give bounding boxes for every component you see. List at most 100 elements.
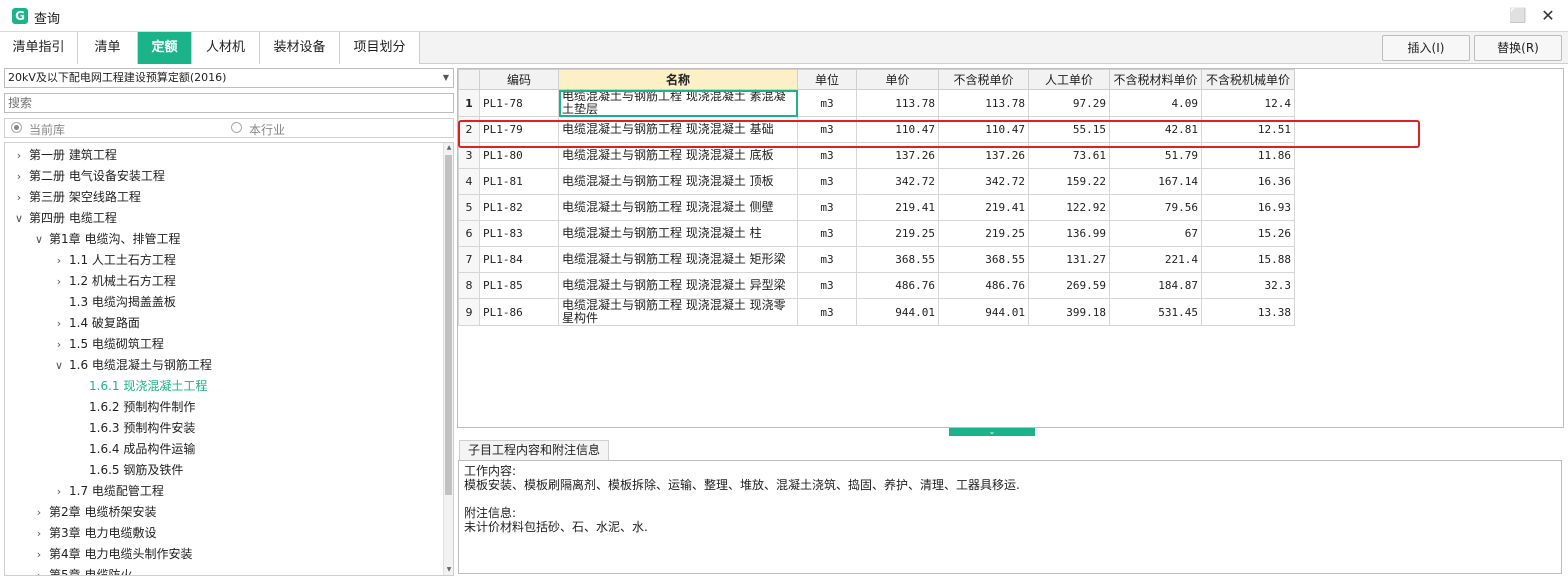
table-row[interactable]: 4 PL1-81 电缆混凝土与钢筋工程 现浇混凝土 顶板 m3 342.72 342.72…: [458, 168, 1295, 195]
chevron-right-icon[interactable]: ›: [13, 166, 25, 187]
chevron-right-icon[interactable]: ›: [53, 334, 65, 355]
cell-material-price[interactable]: 51.79: [1109, 142, 1202, 169]
tab-item-info[interactable]: 子目工程内容和附注信息: [459, 440, 610, 460]
cell-code[interactable]: PL1-83: [479, 220, 559, 247]
cell-price-ex-tax[interactable]: 944.01: [938, 298, 1029, 326]
table-row[interactable]: 3 PL1-80 电缆混凝土与钢筋工程 现浇混凝土 底板 m3 137.26 137.26…: [458, 142, 1295, 169]
cell-price-ex-tax[interactable]: 110.47: [938, 116, 1029, 143]
cell-code[interactable]: PL1-82: [479, 194, 559, 221]
cell-machine-price[interactable]: 12.51: [1201, 116, 1295, 143]
chevron-down-icon[interactable]: ∨: [13, 208, 25, 229]
header-unit[interactable]: 单位: [797, 69, 857, 90]
cell-material-price[interactable]: 42.81: [1109, 116, 1202, 143]
cell-name[interactable]: 电缆混凝土与钢筋工程 现浇混凝土 底板: [558, 142, 798, 169]
cell-machine-price[interactable]: 32.3: [1201, 272, 1295, 299]
cell-machine-price[interactable]: 15.26: [1201, 220, 1295, 247]
cell-machine-price[interactable]: 16.93: [1201, 194, 1295, 221]
row-number[interactable]: 5: [458, 194, 480, 221]
minimize-icon[interactable]: ⬜: [1508, 6, 1528, 26]
row-number[interactable]: 7: [458, 246, 480, 273]
cell-unit[interactable]: m3: [797, 89, 857, 117]
table-row[interactable]: 6 PL1-83 电缆混凝土与钢筋工程 现浇混凝土 柱 m3 219.25 219.25 1…: [458, 220, 1295, 247]
header-price[interactable]: 单价: [856, 69, 939, 90]
cell-price-ex-tax[interactable]: 368.55: [938, 246, 1029, 273]
cell-price-ex-tax[interactable]: 219.41: [938, 194, 1029, 221]
cell-unit[interactable]: m3: [797, 168, 857, 195]
cell-price[interactable]: 137.26: [856, 142, 939, 169]
cell-code[interactable]: PL1-85: [479, 272, 559, 299]
cell-code[interactable]: PL1-81: [479, 168, 559, 195]
cell-price[interactable]: 110.47: [856, 116, 939, 143]
cell-unit[interactable]: m3: [797, 298, 857, 326]
row-number[interactable]: 4: [458, 168, 480, 195]
cell-unit[interactable]: m3: [797, 194, 857, 221]
cell-material-price[interactable]: 67: [1109, 220, 1202, 247]
chevron-right-icon[interactable]: ›: [53, 313, 65, 334]
cell-machine-price[interactable]: 13.38: [1201, 298, 1295, 326]
cell-name[interactable]: 电缆混凝土与钢筋工程 现浇混凝土 素混凝土垫层: [558, 89, 798, 117]
chevron-right-icon[interactable]: ›: [53, 481, 65, 502]
chevron-down-icon[interactable]: ▼: [443, 69, 449, 87]
tab-bill-guide[interactable]: 清单指引: [0, 32, 78, 64]
scroll-up-icon[interactable]: ▲: [444, 143, 453, 153]
cell-material-price[interactable]: 79.56: [1109, 194, 1202, 221]
cell-material-price[interactable]: 221.4: [1109, 246, 1202, 273]
chevron-right-icon[interactable]: ›: [13, 145, 25, 166]
cell-price[interactable]: 486.76: [856, 272, 939, 299]
chevron-right-icon[interactable]: ›: [53, 271, 65, 292]
cell-code[interactable]: PL1-86: [479, 298, 559, 326]
cell-labor-price[interactable]: 97.29: [1028, 89, 1110, 117]
row-number[interactable]: 1: [458, 89, 480, 117]
row-number[interactable]: 9: [458, 298, 480, 326]
table-row[interactable]: 1 PL1-78 电缆混凝土与钢筋工程 现浇混凝土 素混凝土垫层 m3 113.78 11…: [458, 89, 1295, 117]
header-labor-price[interactable]: 人工单价: [1028, 69, 1110, 90]
chevron-down-icon[interactable]: ∨: [53, 355, 65, 376]
tab-bill[interactable]: 清单: [78, 32, 138, 64]
cell-machine-price[interactable]: 16.36: [1201, 168, 1295, 195]
cell-code[interactable]: PL1-79: [479, 116, 559, 143]
row-number[interactable]: 2: [458, 116, 480, 143]
scope-industry-radio[interactable]: [231, 122, 242, 133]
cell-name[interactable]: 电缆混凝土与钢筋工程 现浇混凝土 侧壁: [558, 194, 798, 221]
cell-material-price[interactable]: 531.45: [1109, 298, 1202, 326]
cell-labor-price[interactable]: 55.15: [1028, 116, 1110, 143]
scroll-down-icon[interactable]: ▼: [444, 565, 453, 575]
header-code[interactable]: 编码: [479, 69, 559, 90]
tab-project-division[interactable]: 项目划分: [340, 32, 420, 64]
header-material-price[interactable]: 不含税材料单价: [1109, 69, 1202, 90]
chevron-right-icon[interactable]: ›: [33, 565, 45, 575]
cell-machine-price[interactable]: 12.4: [1201, 89, 1295, 117]
chevron-right-icon[interactable]: ›: [33, 502, 45, 523]
scrollbar-thumb[interactable]: [445, 155, 452, 495]
header-name[interactable]: 名称: [558, 69, 798, 90]
tab-labor-material-machine[interactable]: 人材机: [192, 32, 260, 64]
chevron-right-icon[interactable]: ›: [53, 250, 65, 271]
cell-price-ex-tax[interactable]: 113.78: [938, 89, 1029, 117]
cell-name[interactable]: 电缆混凝土与钢筋工程 现浇混凝土 矩形梁: [558, 246, 798, 273]
cell-labor-price[interactable]: 159.22: [1028, 168, 1110, 195]
cell-labor-price[interactable]: 131.27: [1028, 246, 1110, 273]
table-row[interactable]: 8 PL1-85 电缆混凝土与钢筋工程 现浇混凝土 异型梁 m3 486.76 486.7…: [458, 272, 1295, 299]
cell-material-price[interactable]: 184.87: [1109, 272, 1202, 299]
cell-price-ex-tax[interactable]: 137.26: [938, 142, 1029, 169]
row-number[interactable]: 3: [458, 142, 480, 169]
cell-code[interactable]: PL1-84: [479, 246, 559, 273]
cell-price[interactable]: 944.01: [856, 298, 939, 326]
chevron-right-icon[interactable]: ›: [13, 187, 25, 208]
chevron-down-icon[interactable]: ⌄: [989, 427, 996, 436]
cell-labor-price[interactable]: 122.92: [1028, 194, 1110, 221]
row-number[interactable]: 6: [458, 220, 480, 247]
cell-unit[interactable]: m3: [797, 116, 857, 143]
cell-code[interactable]: PL1-78: [479, 89, 559, 117]
cell-price[interactable]: 113.78: [856, 89, 939, 117]
search-input[interactable]: [4, 93, 454, 113]
row-number[interactable]: 8: [458, 272, 480, 299]
cell-material-price[interactable]: 167.14: [1109, 168, 1202, 195]
cell-price[interactable]: 368.55: [856, 246, 939, 273]
chevron-right-icon[interactable]: ›: [33, 523, 45, 544]
header-price-ex-tax[interactable]: 不含税单价: [938, 69, 1029, 90]
replace-button[interactable]: 替换(R): [1474, 35, 1562, 61]
cell-unit[interactable]: m3: [797, 142, 857, 169]
insert-button[interactable]: 插入(I): [1382, 35, 1470, 61]
cell-name[interactable]: 电缆混凝土与钢筋工程 现浇混凝土 顶板: [558, 168, 798, 195]
